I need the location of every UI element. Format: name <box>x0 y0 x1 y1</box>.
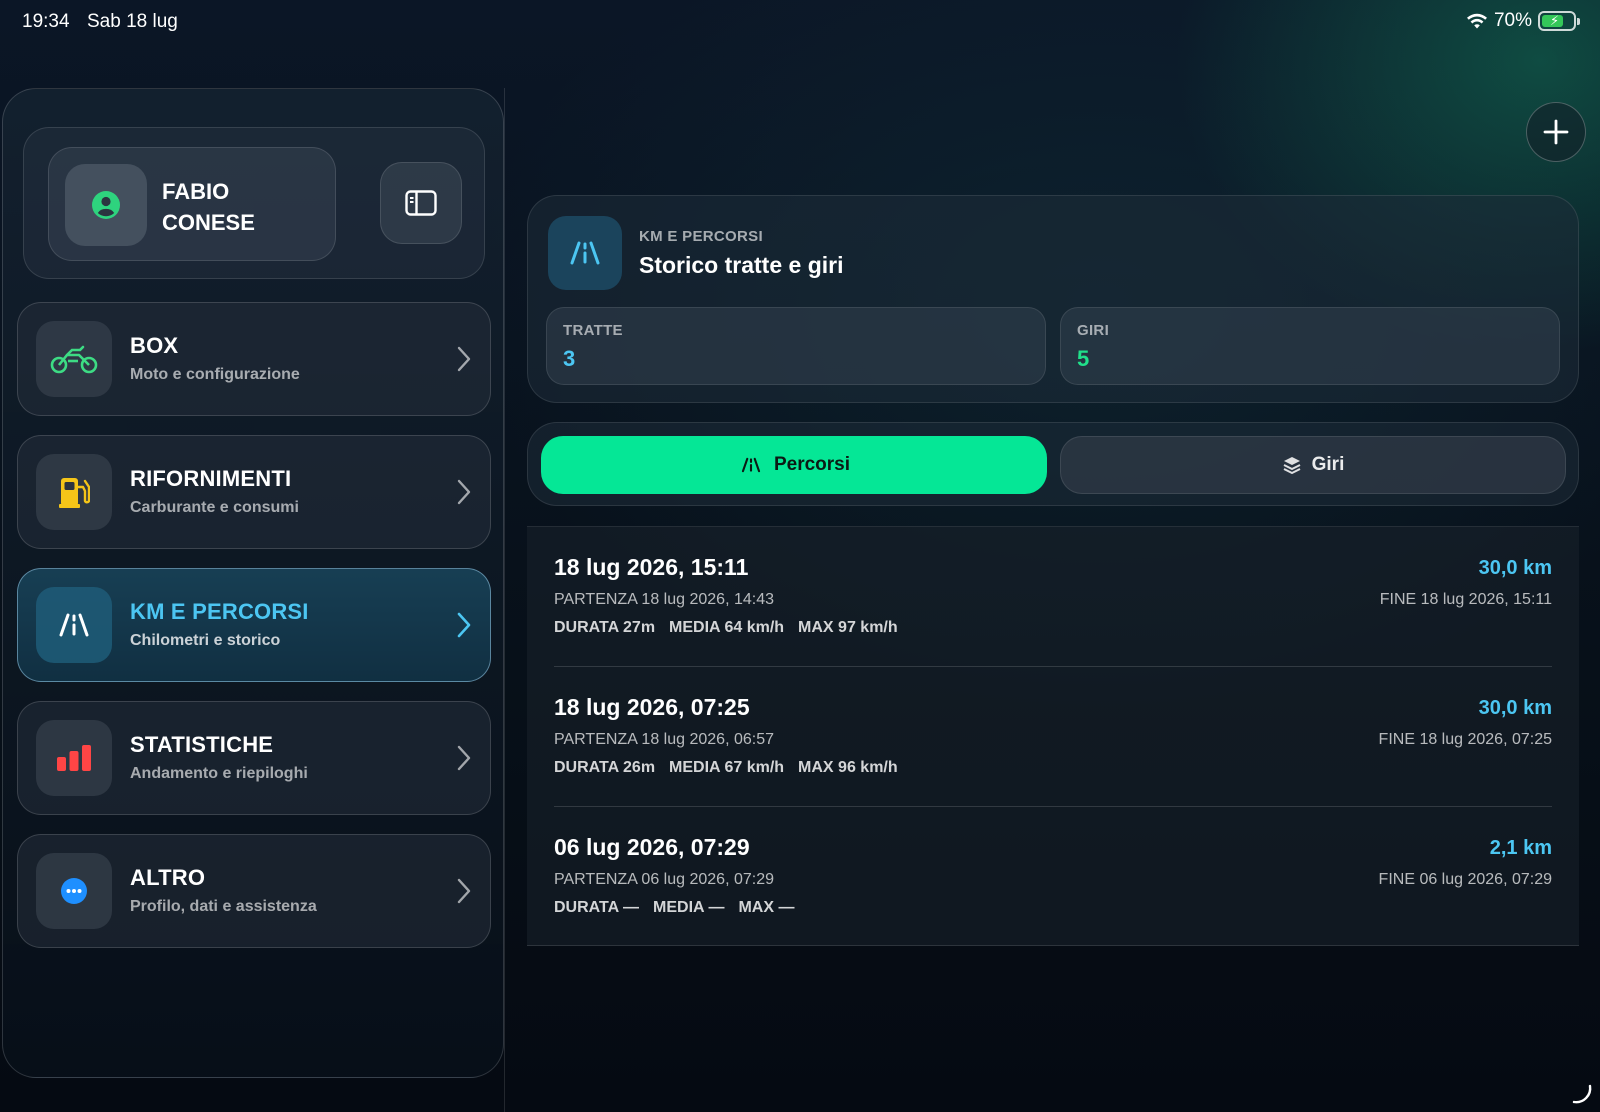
section-eyebrow: KM E PERCORSI <box>639 228 763 245</box>
stat-value: 5 <box>1077 346 1090 371</box>
avatar <box>65 164 147 246</box>
sidebar-item-rifornimenti[interactable]: RIFORNIMENTI Carburante e consumi <box>17 435 491 549</box>
sidebar-item-subtitle: Chilometri e storico <box>130 632 281 649</box>
trip-title: 18 lug 2026, 15:11 <box>554 554 749 580</box>
fuel-pump-icon <box>59 478 90 508</box>
trip-average-speed: MEDIA 67 km/h <box>669 759 785 776</box>
sidebar-item-box[interactable]: BOX Moto e configurazione <box>17 302 491 416</box>
battery-percent: 70% <box>1493 10 1532 31</box>
tab-label: Giri <box>1311 454 1345 475</box>
nav-icon-km-percorsi <box>36 587 112 663</box>
stat-tratte: TRATTE 3 <box>546 307 1046 385</box>
page-title: Storico tratte e giri <box>639 252 844 278</box>
trip-max-speed: MAX 97 km/h <box>798 619 898 636</box>
nav-icon-rifornimenti <box>36 454 112 530</box>
status-indicators: 70% ⚡ <box>1466 10 1580 32</box>
chevron-right-icon <box>457 346 471 372</box>
sidebar-item-title: RIFORNIMENTI <box>130 466 292 491</box>
chevron-right-icon <box>457 745 471 771</box>
layers-icon <box>1283 457 1301 474</box>
trip-max-speed: MAX — <box>738 899 795 916</box>
motorcycle-icon <box>50 345 98 374</box>
road-icon <box>741 457 761 473</box>
list-item[interactable]: 18 lug 2026, 07:25 30,0 km PARTENZA 18 l… <box>554 667 1552 807</box>
trip-average-speed: MEDIA 64 km/h <box>669 619 785 636</box>
sidebar-item-title: STATISTICHE <box>130 732 274 757</box>
sidebar-item-km-percorsi[interactable]: KM E PERCORSI Chilometri e storico <box>17 568 491 682</box>
trip-duration: DURATA 26m <box>554 759 656 776</box>
nav-icon-statistiche <box>36 720 112 796</box>
add-button[interactable] <box>1526 102 1586 162</box>
trip-title: 06 lug 2026, 07:29 <box>554 834 750 860</box>
trip-end: FINE 18 lug 2026, 07:25 <box>1378 731 1552 748</box>
trip-average-speed: MEDIA — <box>653 899 725 916</box>
segmented-control: Percorsi Giri <box>527 422 1579 506</box>
profile-button[interactable]: FABIO CONESE <box>48 147 336 261</box>
trip-distance: 30,0 km <box>1478 557 1552 579</box>
sidebar-item-altro[interactable]: ALTRO Profilo, dati e assistenza <box>17 834 491 948</box>
battery-icon: ⚡ <box>1538 11 1580 31</box>
chevron-right-icon <box>457 479 471 505</box>
tab-label: Percorsi <box>773 454 851 475</box>
sidebar-item-title: KM E PERCORSI <box>130 599 309 624</box>
bar-chart-icon <box>57 745 91 771</box>
more-icon <box>61 878 87 904</box>
stat-label: GIRI <box>1077 322 1110 339</box>
charging-bolt-icon: ⚡ <box>1550 13 1560 28</box>
sidebar-item-subtitle: Andamento e riepiloghi <box>130 765 308 782</box>
trip-start: PARTENZA 06 lug 2026, 07:29 <box>554 871 774 888</box>
stat-value: 3 <box>563 346 576 371</box>
wifi-icon <box>1466 13 1487 29</box>
split-divider <box>504 88 505 1112</box>
sidebar: FABIO CONESE BOX Moto e configurazione R… <box>2 88 504 1078</box>
chevron-right-icon <box>457 878 471 904</box>
resize-handle-icon <box>1572 1084 1592 1104</box>
trip-stats: DURATA — MEDIA — MAX — <box>554 899 794 917</box>
trip-duration: DURATA — <box>554 899 640 916</box>
sidebar-item-title: BOX <box>130 333 179 358</box>
trip-stats: DURATA 27m MEDIA 64 km/h MAX 97 km/h <box>554 619 898 637</box>
chevron-right-icon <box>457 612 471 638</box>
tab-giri[interactable]: Giri <box>1060 436 1566 494</box>
header-icon-box <box>548 216 622 290</box>
list-item[interactable]: 18 lug 2026, 15:11 30,0 km PARTENZA 18 l… <box>554 527 1552 667</box>
trip-end: FINE 06 lug 2026, 07:29 <box>1378 871 1552 888</box>
sidebar-item-statistiche[interactable]: STATISTICHE Andamento e riepiloghi <box>17 701 491 815</box>
road-icon <box>570 241 600 265</box>
sidebar-item-subtitle: Carburante e consumi <box>130 499 299 516</box>
status-bar: 19:34 Sab 18 lug 70% ⚡ <box>0 0 1600 44</box>
stat-label: TRATTE <box>563 322 623 339</box>
sidebar-item-subtitle: Profilo, dati e assistenza <box>130 898 317 915</box>
list-item[interactable]: 06 lug 2026, 07:29 2,1 km PARTENZA 06 lu… <box>554 807 1552 947</box>
sidebar-toggle-button[interactable] <box>380 162 462 244</box>
tab-percorsi[interactable]: Percorsi <box>541 436 1047 494</box>
nav-icon-altro <box>36 853 112 929</box>
person-circle-icon <box>92 191 120 219</box>
nav-icon-box <box>36 321 112 397</box>
header-card: KM E PERCORSI Storico tratte e giri TRAT… <box>527 195 1579 403</box>
trip-list: 18 lug 2026, 15:11 30,0 km PARTENZA 18 l… <box>527 526 1579 946</box>
trip-max-speed: MAX 96 km/h <box>798 759 898 776</box>
plus-icon <box>1543 119 1569 145</box>
trip-title: 18 lug 2026, 07:25 <box>554 694 750 720</box>
status-time: 19:34 <box>22 11 70 32</box>
sidebar-item-title: ALTRO <box>130 865 206 890</box>
status-date: Sab 18 lug <box>87 11 178 32</box>
trip-start: PARTENZA 18 lug 2026, 14:43 <box>554 591 774 608</box>
trip-distance: 30,0 km <box>1478 697 1552 719</box>
trip-start: PARTENZA 18 lug 2026, 06:57 <box>554 731 774 748</box>
profile-name: FABIO CONESE <box>162 179 255 235</box>
trip-stats: DURATA 26m MEDIA 67 km/h MAX 96 km/h <box>554 759 898 777</box>
trip-distance: 2,1 km <box>1489 837 1552 859</box>
sidebar-toggle-icon <box>405 190 437 216</box>
stat-giri: GIRI 5 <box>1060 307 1560 385</box>
trip-duration: DURATA 27m <box>554 619 656 636</box>
road-icon <box>59 613 89 637</box>
sidebar-item-subtitle: Moto e configurazione <box>130 366 300 383</box>
trip-end: FINE 18 lug 2026, 15:11 <box>1379 591 1552 608</box>
profile-card: FABIO CONESE <box>23 127 485 279</box>
